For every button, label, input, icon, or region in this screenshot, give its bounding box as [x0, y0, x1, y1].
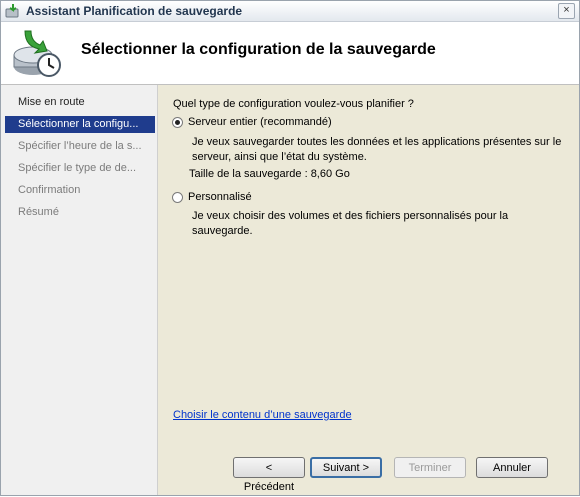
- sidebar-item-specifier-type[interactable]: Spécifier le type de de...: [5, 160, 155, 177]
- wizard-header: Sélectionner la configuration de la sauv…: [1, 22, 579, 85]
- page-title: Sélectionner la configuration de la sauv…: [81, 41, 436, 58]
- option-personnalise-description: Je veux choisir des volumes et des fichi…: [192, 210, 509, 237]
- backup-size-text: Taille de la sauvegarde : 8,60 Go: [189, 168, 350, 180]
- previous-button[interactable]: < Précédent: [233, 457, 305, 493]
- window-title: Assistant Planification de sauvegarde: [26, 4, 243, 18]
- wizard-content: Quel type de configuration voulez-vous p…: [158, 85, 579, 495]
- option-serveur-entier-description: Je veux sauvegarder toutes les données e…: [192, 136, 562, 163]
- finish-button: Terminer: [394, 457, 466, 478]
- next-button[interactable]: Suivant >: [310, 457, 382, 478]
- backup-schedule-icon: [13, 30, 61, 77]
- radio-serveur-entier[interactable]: [172, 117, 183, 128]
- backup-app-icon: [5, 4, 19, 18]
- radio-personnalise[interactable]: [172, 192, 183, 203]
- cancel-button[interactable]: Annuler: [476, 457, 548, 478]
- sidebar-item-mise-en-route[interactable]: Mise en route: [5, 94, 155, 111]
- sidebar-item-selectionner-configuration[interactable]: Sélectionner la configu...: [5, 116, 155, 133]
- wizard-window: Assistant Planification de sauvegarde × …: [0, 0, 580, 496]
- option-personnalise-label[interactable]: Personnalisé: [188, 191, 252, 203]
- sidebar-item-confirmation[interactable]: Confirmation: [5, 182, 155, 199]
- option-serveur-entier-label[interactable]: Serveur entier (recommandé): [188, 116, 332, 128]
- configuration-question: Quel type de configuration voulez-vous p…: [173, 98, 414, 110]
- close-button[interactable]: ×: [558, 3, 575, 19]
- sidebar-item-resume[interactable]: Résumé: [5, 204, 155, 221]
- sidebar-item-specifier-heure[interactable]: Spécifier l’heure de la s...: [5, 138, 155, 155]
- choose-backup-content-link[interactable]: Choisir le contenu d’une sauvegarde: [173, 409, 352, 421]
- title-bar[interactable]: Assistant Planification de sauvegarde ×: [1, 1, 579, 22]
- wizard-steps-sidebar: Mise en route Sélectionner la configu...…: [1, 85, 158, 495]
